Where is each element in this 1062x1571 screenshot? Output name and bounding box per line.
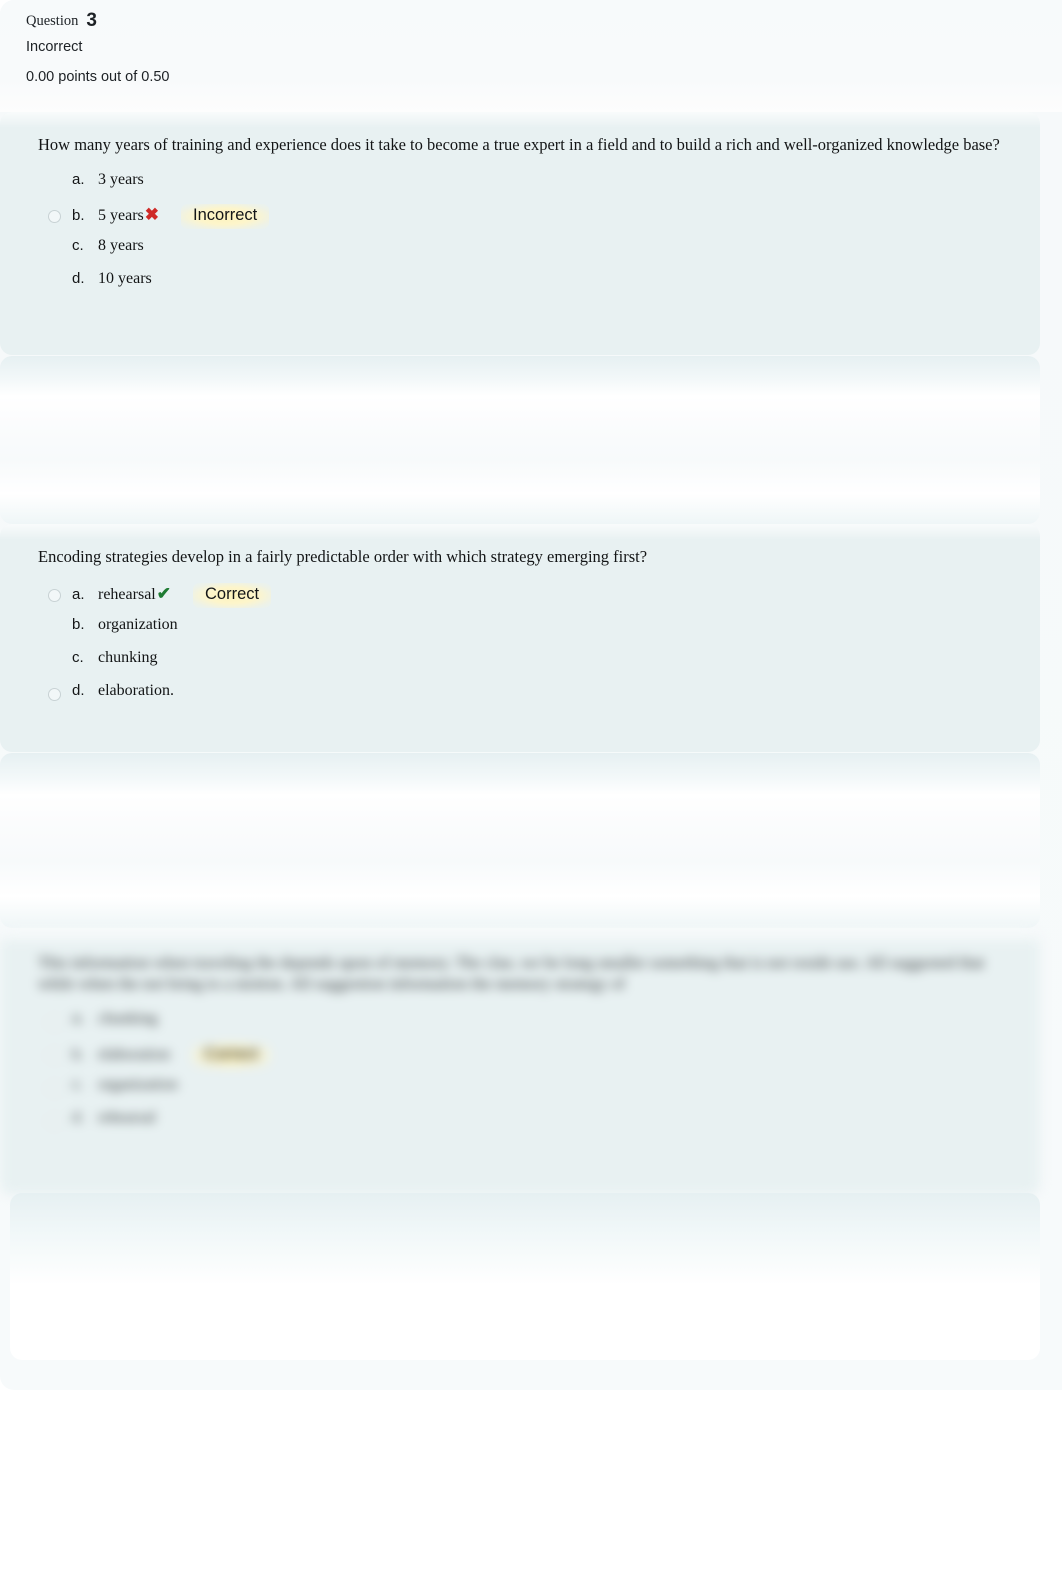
question-text-3: This information when traveling the depe… — [38, 953, 985, 993]
option-b[interactable]: b. elaboration Correct — [0, 1043, 1040, 1076]
option-letter: c. — [72, 1076, 84, 1093]
answer-options-3: a. chunking b. elaboration Correct c. or… — [0, 994, 1040, 1158]
option-text: chunking — [98, 649, 158, 666]
question-text-1: How many years of training and experienc… — [38, 135, 1000, 154]
option-text: 8 years — [98, 237, 144, 254]
option-a[interactable]: a. 3 years — [0, 171, 1040, 204]
question-text-2: Encoding strategies develop in a fairly … — [38, 547, 648, 566]
spacer-panel-2 — [0, 753, 1040, 928]
radio-button-b[interactable] — [48, 210, 61, 223]
option-letter: c. — [72, 237, 84, 254]
question-title: Question 3 — [26, 10, 1062, 32]
question-block-2: Encoding strategies develop in a fairly … — [0, 524, 1040, 752]
option-text: rehearsal — [98, 1109, 156, 1126]
bottom-empty-panel — [10, 1193, 1040, 1360]
feedback-badge: Correct — [192, 583, 272, 608]
question-block-3: This information when traveling the depe… — [0, 930, 1040, 1195]
option-text: organization — [98, 1076, 178, 1093]
feedback-badge: Correct — [191, 1043, 271, 1068]
option-d[interactable]: d. 10 years — [0, 270, 1040, 303]
option-b[interactable]: b. 5 years ✖ Incorrect — [0, 204, 1040, 237]
answer-options-1: a. 3 years b. 5 years ✖ Incorrect c. 8 y… — [0, 155, 1040, 319]
option-text: chunking — [98, 1010, 158, 1027]
radio-button-a[interactable] — [48, 1016, 61, 1029]
option-letter: b. — [72, 1046, 85, 1063]
option-d[interactable]: d. rehearsal — [0, 1109, 1040, 1142]
option-letter: b. — [72, 616, 85, 633]
option-letter: b. — [72, 207, 85, 224]
question-block-1: How many years of training and experienc… — [0, 112, 1040, 355]
question-status: Incorrect — [26, 39, 83, 55]
question-header: Question 3 Incorrect 0.00 points out of 0… — [0, 0, 1062, 112]
option-text: organization — [98, 616, 178, 633]
feedback-badge: Incorrect — [181, 204, 270, 229]
radio-button-b[interactable] — [48, 1049, 61, 1062]
question-points: 0.00 points out of 0.50 — [26, 69, 170, 85]
option-b[interactable]: b. organization — [0, 616, 1040, 649]
option-text: elaboration. — [98, 682, 174, 699]
option-letter: c. — [72, 649, 84, 666]
question-number: 3 — [86, 10, 97, 31]
option-d[interactable]: d. elaboration. — [0, 682, 1040, 715]
option-text: rehearsal — [98, 586, 156, 603]
radio-button-d[interactable] — [48, 688, 61, 701]
question-label: Question — [26, 13, 79, 29]
radio-button-c[interactable] — [48, 1082, 61, 1095]
option-c[interactable]: c. chunking — [0, 649, 1040, 682]
radio-button-d[interactable] — [48, 1115, 61, 1128]
option-letter: d. — [72, 1109, 85, 1126]
option-text: 3 years — [98, 171, 144, 188]
option-letter: d. — [72, 682, 85, 699]
option-letter: a. — [72, 171, 85, 188]
answer-options-2: a. rehearsal ✔ Correct b. organization c… — [0, 567, 1040, 731]
option-a[interactable]: a. rehearsal ✔ Correct — [0, 583, 1040, 616]
option-text: 10 years — [98, 270, 152, 287]
option-text: elaboration — [98, 1046, 170, 1063]
spacer-panel-1 — [0, 356, 1040, 524]
quiz-page: Question 3 Incorrect 0.00 points out of 0… — [0, 0, 1062, 1571]
option-letter: a. — [72, 1010, 85, 1027]
option-text: 5 years — [98, 207, 144, 224]
option-letter: d. — [72, 270, 85, 287]
option-c[interactable]: c. 8 years — [0, 237, 1040, 270]
option-c[interactable]: c. organization — [0, 1076, 1040, 1109]
option-a[interactable]: a. chunking — [0, 1010, 1040, 1043]
option-letter: a. — [72, 586, 85, 603]
correct-icon: ✔ — [156, 584, 171, 603]
radio-button-a[interactable] — [48, 589, 61, 602]
incorrect-icon: ✖ — [144, 205, 160, 224]
